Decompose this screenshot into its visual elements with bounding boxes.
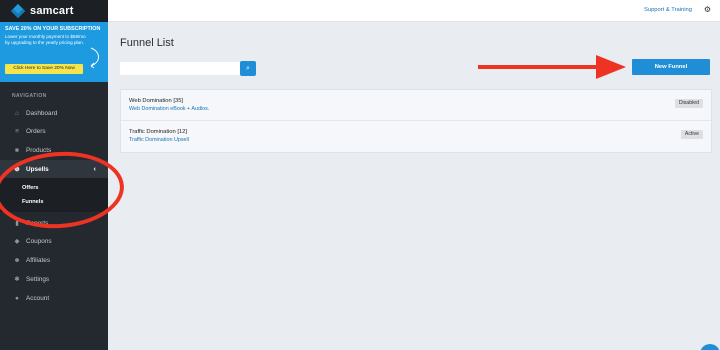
users-icon: ☻ [13,256,21,264]
sidebar-item-dashboard[interactable]: ⌂ Dashboard [0,104,108,122]
upgrade-promo: SAVE 20% ON YOUR SUBSCRIPTION Lower your… [0,22,108,82]
new-funnel-button[interactable]: New Funnel [632,59,710,75]
promo-title: SAVE 20% ON YOUR SUBSCRIPTION [5,26,101,32]
funnel-product-link[interactable]: Web Domination eBook + Audios. [129,106,209,112]
sidebar-item-label: Dashboard [26,109,58,117]
funnel-name[interactable]: Traffic Domination [12] [129,129,187,135]
search-icon: ⌕ [246,65,250,72]
funnel-list: Web Domination [35] Web Domination eBook… [120,89,712,153]
tag-icon: ■ [15,146,19,154]
sidebar-item-settings[interactable]: ✱ Settings [0,270,108,288]
user-icon: ● [15,294,19,302]
brand-name: samcart [30,5,74,17]
samcart-logo-icon [10,3,26,19]
search-button[interactable]: ⌕ [240,61,256,76]
sidebar-item-label: Affiliates [26,256,51,264]
table-row[interactable]: Web Domination [35] Web Domination eBook… [121,90,711,121]
chat-bubble-icon[interactable] [700,344,720,350]
sidebar-item-affiliates[interactable]: ☻ Affiliates [0,251,108,269]
sidebar-item-orders[interactable]: ≡ Orders [0,122,108,140]
curved-arrow-icon [90,47,99,69]
top-bar: Support & Training ⚙ [108,0,720,22]
sidebar-item-account[interactable]: ● Account [0,289,108,307]
search-input[interactable] [120,62,240,75]
table-row[interactable]: Traffic Domination [12] Traffic Dominati… [121,121,711,152]
page-title: Funnel List [120,37,174,49]
support-training-link[interactable]: Support & Training [644,7,692,13]
sidebar-item-label: Settings [26,275,50,283]
cart-icon: ≡ [15,127,19,135]
sidebar-item-label: Account [26,294,50,302]
promo-body: Lower your monthly payment to $59/mo by … [5,34,86,45]
status-badge: Disabled [674,99,703,108]
funnel-product-link[interactable]: Traffic Domination Upsell [129,137,189,143]
sidebar-item-label: Coupons [26,237,52,245]
red-arrow-icon [478,55,626,79]
save-20-button[interactable]: Click Here to Save 20% Now [5,64,83,74]
logo[interactable]: samcart [0,0,108,22]
sidebar-item-coupons[interactable]: ◆ Coupons [0,232,108,250]
coupon-icon: ◆ [14,238,20,245]
gear-icon[interactable]: ⚙ [704,5,711,14]
funnel-name[interactable]: Web Domination [35] [129,98,183,104]
status-badge: Active [680,130,703,139]
nav-heading: NAVIGATION [12,93,47,99]
gear-icon: ✱ [14,276,20,283]
sidebar-item-label: Orders [26,127,46,135]
home-icon: ⌂ [15,109,19,117]
